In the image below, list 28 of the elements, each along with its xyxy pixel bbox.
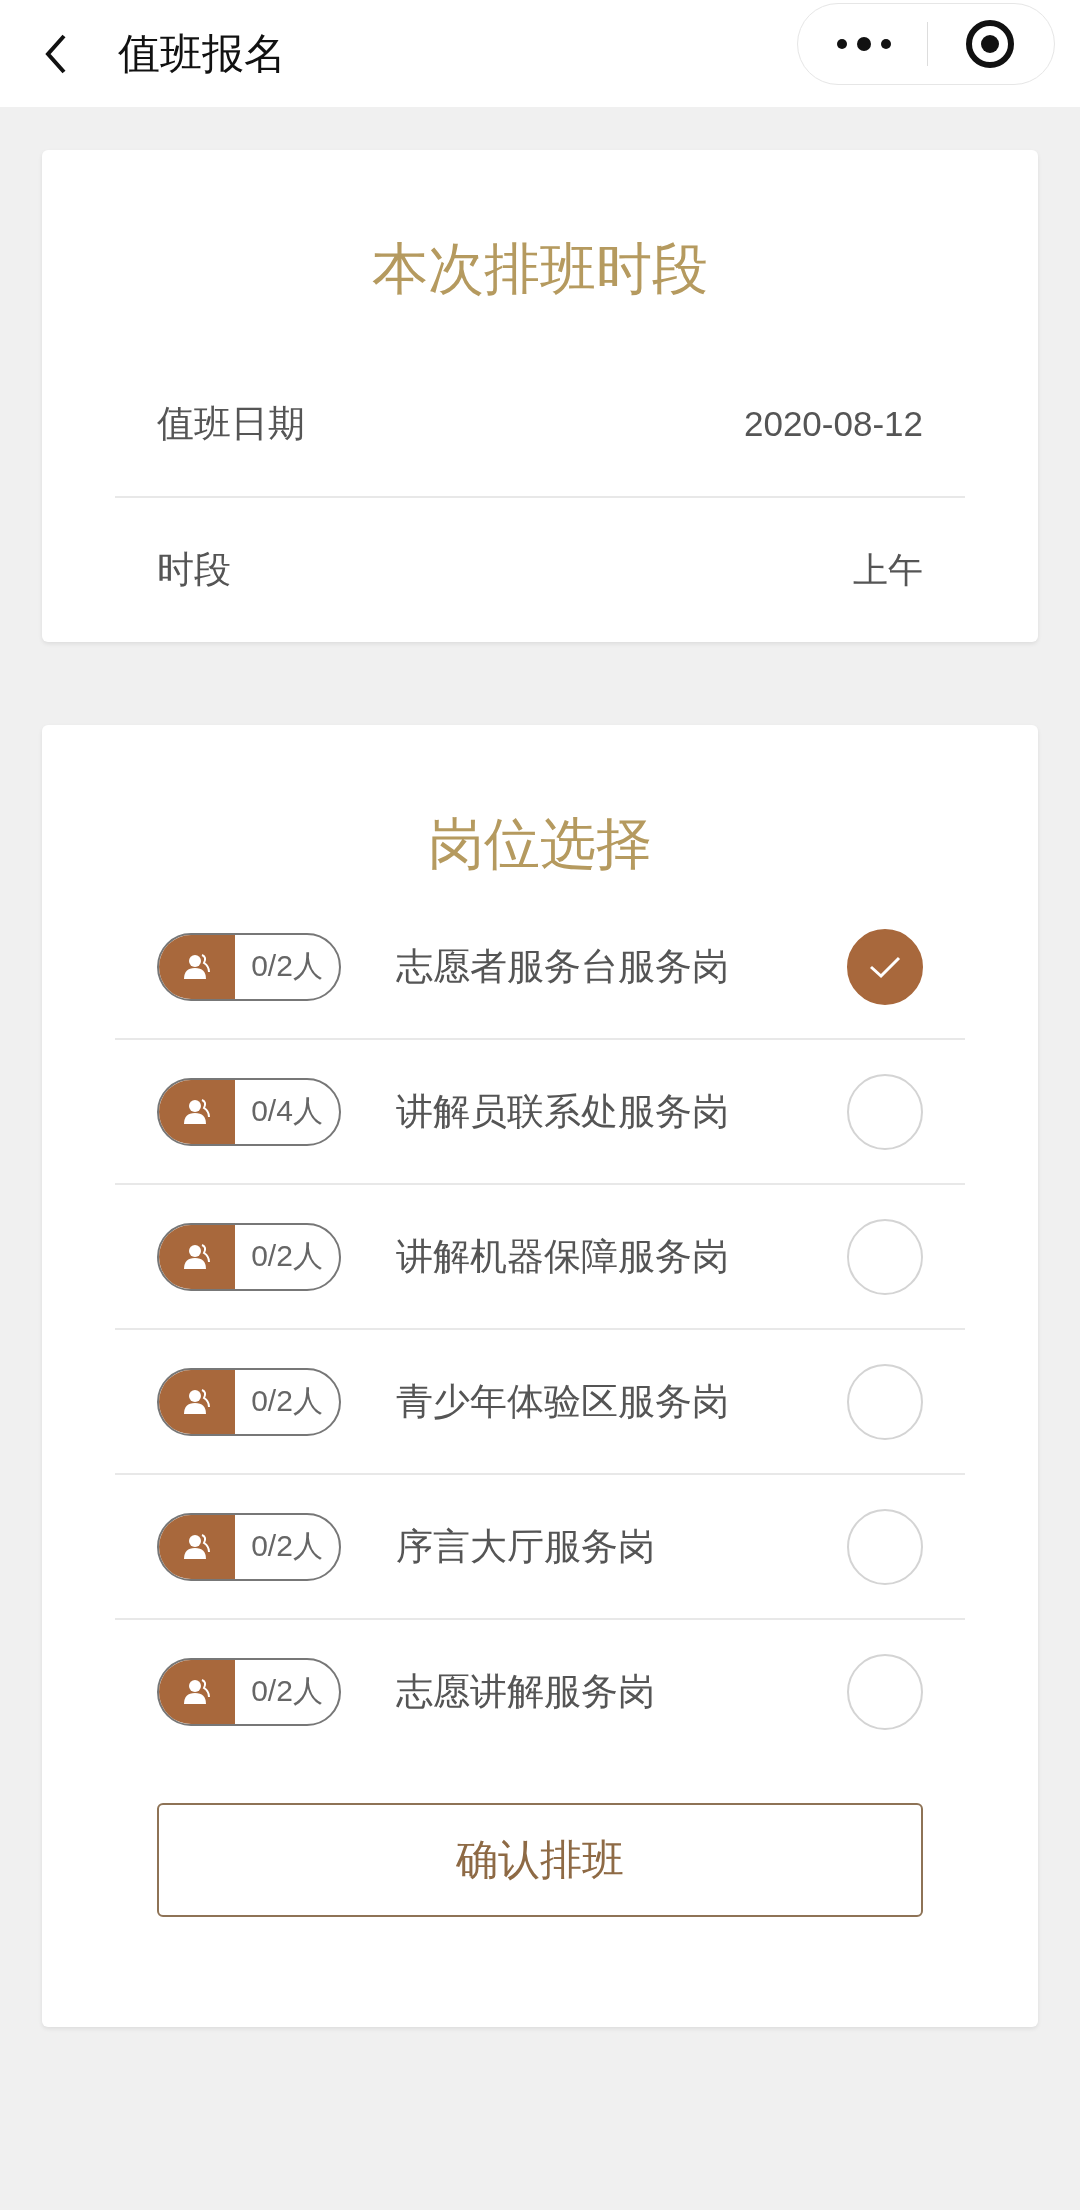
people-icon xyxy=(182,1386,212,1417)
page-title: 值班报名 xyxy=(118,27,286,80)
position-name: 讲解机器保障服务岗 xyxy=(396,1233,730,1280)
info-value: 上午 xyxy=(853,548,923,591)
people-icon xyxy=(182,1531,212,1562)
capacity-badge: 0/2人 xyxy=(157,1512,341,1581)
position-name: 青少年体验区服务岗 xyxy=(396,1378,730,1425)
capacity-badge: 0/2人 xyxy=(157,1222,341,1291)
info-value: 2020-08-12 xyxy=(743,404,923,444)
info-label: 值班日期 xyxy=(157,401,305,447)
card-title: 本次排班时段 xyxy=(371,235,709,303)
info-label: 时段 xyxy=(157,547,231,593)
card-title: 岗位选择 xyxy=(427,810,653,878)
position-name: 讲解员联系处服务岗 xyxy=(396,1088,730,1135)
capacity-badge: 0/2人 xyxy=(157,1657,341,1726)
confirm-button[interactable]: 确认排班 xyxy=(157,1803,923,1917)
people-icon xyxy=(182,1241,212,1272)
position-name: 志愿讲解服务岗 xyxy=(396,1668,656,1715)
people-icon xyxy=(182,951,212,982)
more-icon[interactable] xyxy=(835,36,892,52)
people-icon xyxy=(182,1676,212,1707)
close-icon[interactable] xyxy=(964,18,1017,70)
position-name: 志愿者服务台服务岗 xyxy=(396,943,730,990)
people-icon xyxy=(182,1096,212,1127)
capacity-badge: 0/2人 xyxy=(157,932,341,1001)
capacity-badge: 0/4人 xyxy=(157,1077,341,1146)
position-name: 序言大厅服务岗 xyxy=(396,1523,656,1570)
capacity-badge: 0/2人 xyxy=(157,1367,341,1436)
